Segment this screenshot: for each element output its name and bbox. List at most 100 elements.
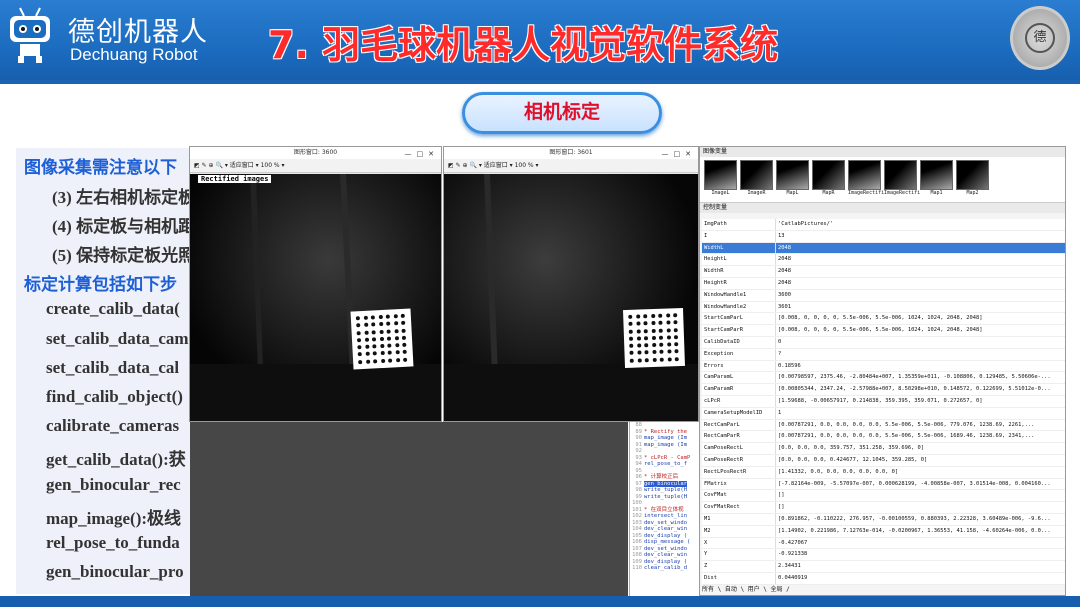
thumbnail-image xyxy=(884,160,917,190)
variable-value: [0.891862, -0.110222, 276.957, -0.001005… xyxy=(778,515,1051,522)
variable-name: I xyxy=(702,230,776,242)
variable-row[interactable]: Z 2.34431 xyxy=(702,561,1065,573)
image-variables-header: 图像变量 xyxy=(700,147,1065,157)
variable-row[interactable]: CamPoseRectR [0.0, 0.0, 0.0, 0.424677, 12… xyxy=(702,454,1065,467)
variable-row[interactable]: WidthL 2048 xyxy=(702,242,1065,255)
variable-value: [0.008, 0, 0, 0, 0, 5.5e-006, 5.5e-006, … xyxy=(778,327,983,334)
note-line: calibrate_cameras xyxy=(46,416,180,435)
variable-row[interactable]: WindowHandle1 3600 xyxy=(702,289,1065,302)
thumbnail-image xyxy=(848,160,881,190)
thumbnail-label: Map2 xyxy=(966,190,979,196)
variable-scope-tabs[interactable]: 所有 \ 自动 \ 用户 \ 全局 / xyxy=(702,584,790,593)
variable-name: WindowHandle2 xyxy=(702,301,776,313)
variable-row[interactable]: CalibDataID 0 xyxy=(702,336,1065,349)
image-variable-thumb[interactable]: MapL xyxy=(776,160,809,200)
code-text: rel_pose_to_f xyxy=(644,461,688,467)
graphics-window-right[interactable]: 图形窗口: 3601 —□✕ ◩ ✎ ⊕ 🔍 ▾ 适应窗口 ▾ 100 % ▾ xyxy=(443,146,699,422)
variable-row[interactable]: HeightR 2048 xyxy=(702,277,1065,290)
variable-value: 2048 xyxy=(778,279,791,286)
variable-row[interactable]: CovFMat[] xyxy=(702,490,1065,503)
variable-name: CovFMat xyxy=(702,490,776,502)
variable-name: HeightL xyxy=(702,254,776,266)
variable-row[interactable]: RectLPosRectR [1.41332, 0.0, 0.0, 0.0, 0.… xyxy=(702,466,1065,479)
variable-row[interactable]: cLPcR [1.59688, -0.00657917, 0.214838, 35… xyxy=(702,395,1065,408)
thumbnail-label: MapR xyxy=(822,190,835,196)
variable-window[interactable]: 图像变量 ImageL ImageR MapL MapR ImageRectifi Ima… xyxy=(699,146,1066,596)
variable-row[interactable]: Exception? xyxy=(702,348,1065,361)
variable-name: Z xyxy=(702,561,776,572)
variable-row[interactable]: CamPoseRectL [0.0, 0.0, 0.0, 359.757, 351… xyxy=(702,443,1065,455)
variable-row[interactable]: CamParamL [0.00798597, 2375.46, -2.80484e… xyxy=(702,372,1065,385)
rectified-images-label: Rectified images xyxy=(198,175,272,183)
image-variable-thumb[interactable]: ImageRectifi xyxy=(848,160,884,200)
image-variable-thumb[interactable]: ImageRectifi xyxy=(884,160,920,200)
variable-name: Exception xyxy=(702,348,776,360)
variable-value: 2.34431 xyxy=(778,563,801,570)
variable-row[interactable]: WindowHandle2 3601 xyxy=(702,301,1065,314)
calibration-board-left xyxy=(350,308,414,370)
variable-row[interactable]: M2 [1.14902, 0.221986, 7.12763e-014, -0.0… xyxy=(702,525,1065,538)
variable-row[interactable]: HeightL 2048 xyxy=(702,254,1065,267)
variable-row[interactable]: WidthR 2048 xyxy=(702,266,1065,278)
image-variable-thumb[interactable]: MapR xyxy=(812,160,845,200)
variable-value: 0 xyxy=(778,338,782,345)
image-variable-thumbnails[interactable]: ImageL ImageR MapL MapR ImageRectifi ImageRec… xyxy=(700,157,1065,203)
graphics-window-left[interactable]: 图形窗口: 3600 —□✕ ◩ ✎ ⊕ 🔍 ▾ 适应窗口 ▾ 100 % ▾ R… xyxy=(189,146,442,422)
variable-value: [1.14902, 0.221986, 7.12763e-014, -0.020… xyxy=(778,527,1051,534)
variable-name: ImgPath xyxy=(702,219,776,230)
variable-row[interactable]: StartCamParL [0.008, 0, 0, 0, 0, 5.5e-006… xyxy=(702,313,1065,326)
window-toolbar[interactable]: ◩ ✎ ⊕ 🔍 ▾ 适应窗口 ▾ 100 % ▾ xyxy=(444,159,698,173)
variable-row[interactable]: CovFMatRect[] xyxy=(702,502,1065,514)
note-line: (3) 左右相机标定板 xyxy=(52,188,191,207)
variable-name: CamParamR xyxy=(702,384,776,395)
variable-value: [0.00798597, 2375.46, -2.80484e+007, 1.3… xyxy=(778,374,1051,381)
variable-name: CamParamL xyxy=(702,372,776,384)
image-variable-thumb[interactable]: Map2 xyxy=(956,160,989,200)
control-variables-table[interactable]: ImgPath 'CatlabPictures/' I 13 WidthL 2048 Hei… xyxy=(702,219,1065,585)
notes-panel: 图像采集需注意以下 (3) 左右相机标定板 (4) 标定板与相机距 (5) 保持… xyxy=(16,148,191,594)
variable-name: CovFMatRect xyxy=(702,502,776,513)
variable-value: [0.00805344, 2347.24, -2.57988e+007, 8.5… xyxy=(778,386,1051,393)
variable-row[interactable]: M1 [0.891862, -0.110222, 276.957, -0.0010… xyxy=(702,513,1065,526)
slide-header: 德创机器人 Dechuang Robot 7. 羽毛球机器人视觉软件系统 德 xyxy=(0,0,1080,80)
window-controls-icon[interactable]: —□✕ xyxy=(662,148,696,160)
note-line: gen_binocular_pro xyxy=(46,562,184,581)
variable-row[interactable]: FMatrix [-7.82164e-009, -5.57097e-007, 0.… xyxy=(702,478,1065,491)
code-line[interactable]: 110 clear_calib_d xyxy=(630,565,699,572)
variable-name: WindowHandle1 xyxy=(702,289,776,301)
variable-row[interactable]: ImgPath 'CatlabPictures/' xyxy=(702,219,1065,231)
code-text: write_tuple(H xyxy=(644,493,688,500)
variable-row[interactable]: Dist 0.0440919 xyxy=(702,572,1065,585)
variable-row[interactable]: X -0.427067 xyxy=(702,537,1065,550)
variable-row[interactable]: Errors 0.18596 xyxy=(702,360,1065,373)
code-text: dev_clear_win xyxy=(644,552,688,558)
variable-name: RectCamParL xyxy=(702,419,776,431)
note-line: map_image():极线 xyxy=(46,509,182,528)
section-pill: 相机标定 xyxy=(462,92,662,134)
program-editor[interactable]: 88 89 * Rectify the 90 map_image (Im 91 map_im… xyxy=(629,422,699,596)
line-number: 110 xyxy=(632,565,642,571)
thumbnail-image xyxy=(956,160,989,190)
code-text: * 计算校正后 xyxy=(644,474,679,480)
scene-image-left xyxy=(190,174,441,421)
variable-row[interactable]: StartCamParR [0.008, 0, 0, 0, 0, 5.5e-006… xyxy=(702,325,1065,337)
variable-name: StartCamParR xyxy=(702,325,776,336)
variable-row[interactable]: I 13 xyxy=(702,230,1065,243)
image-variable-thumb[interactable]: Map1 xyxy=(920,160,953,200)
variable-row[interactable]: CamParamR [0.00805344, 2347.24, -2.57988e… xyxy=(702,384,1065,396)
note-line: set_calib_data_cam xyxy=(46,329,189,348)
calibration-board-right xyxy=(623,307,685,369)
code-text: gen_binocular xyxy=(644,480,688,487)
image-variable-thumb[interactable]: ImageR xyxy=(740,160,773,200)
variable-row[interactable]: RectCamParR [0.00787291, 0.0, 0.0, 0.0, 0… xyxy=(702,431,1065,444)
control-variables-header: 控制变量 xyxy=(700,203,1065,213)
variable-value: 0.0440919 xyxy=(778,574,808,581)
variable-row[interactable]: RectCamParL [0.00787291, 0.0, 0.0, 0.0, 0… xyxy=(702,419,1065,432)
window-toolbar[interactable]: ◩ ✎ ⊕ 🔍 ▾ 适应窗口 ▾ 100 % ▾ xyxy=(190,159,441,173)
window-controls-icon[interactable]: —□✕ xyxy=(405,148,439,160)
variable-row[interactable]: Y -0.921338 xyxy=(702,549,1065,562)
variable-name: WidthR xyxy=(702,266,776,277)
scene-image-right xyxy=(444,174,698,421)
variable-row[interactable]: CameraSetupModelID 1 xyxy=(702,407,1065,420)
image-variable-thumb[interactable]: ImageL xyxy=(704,160,737,200)
